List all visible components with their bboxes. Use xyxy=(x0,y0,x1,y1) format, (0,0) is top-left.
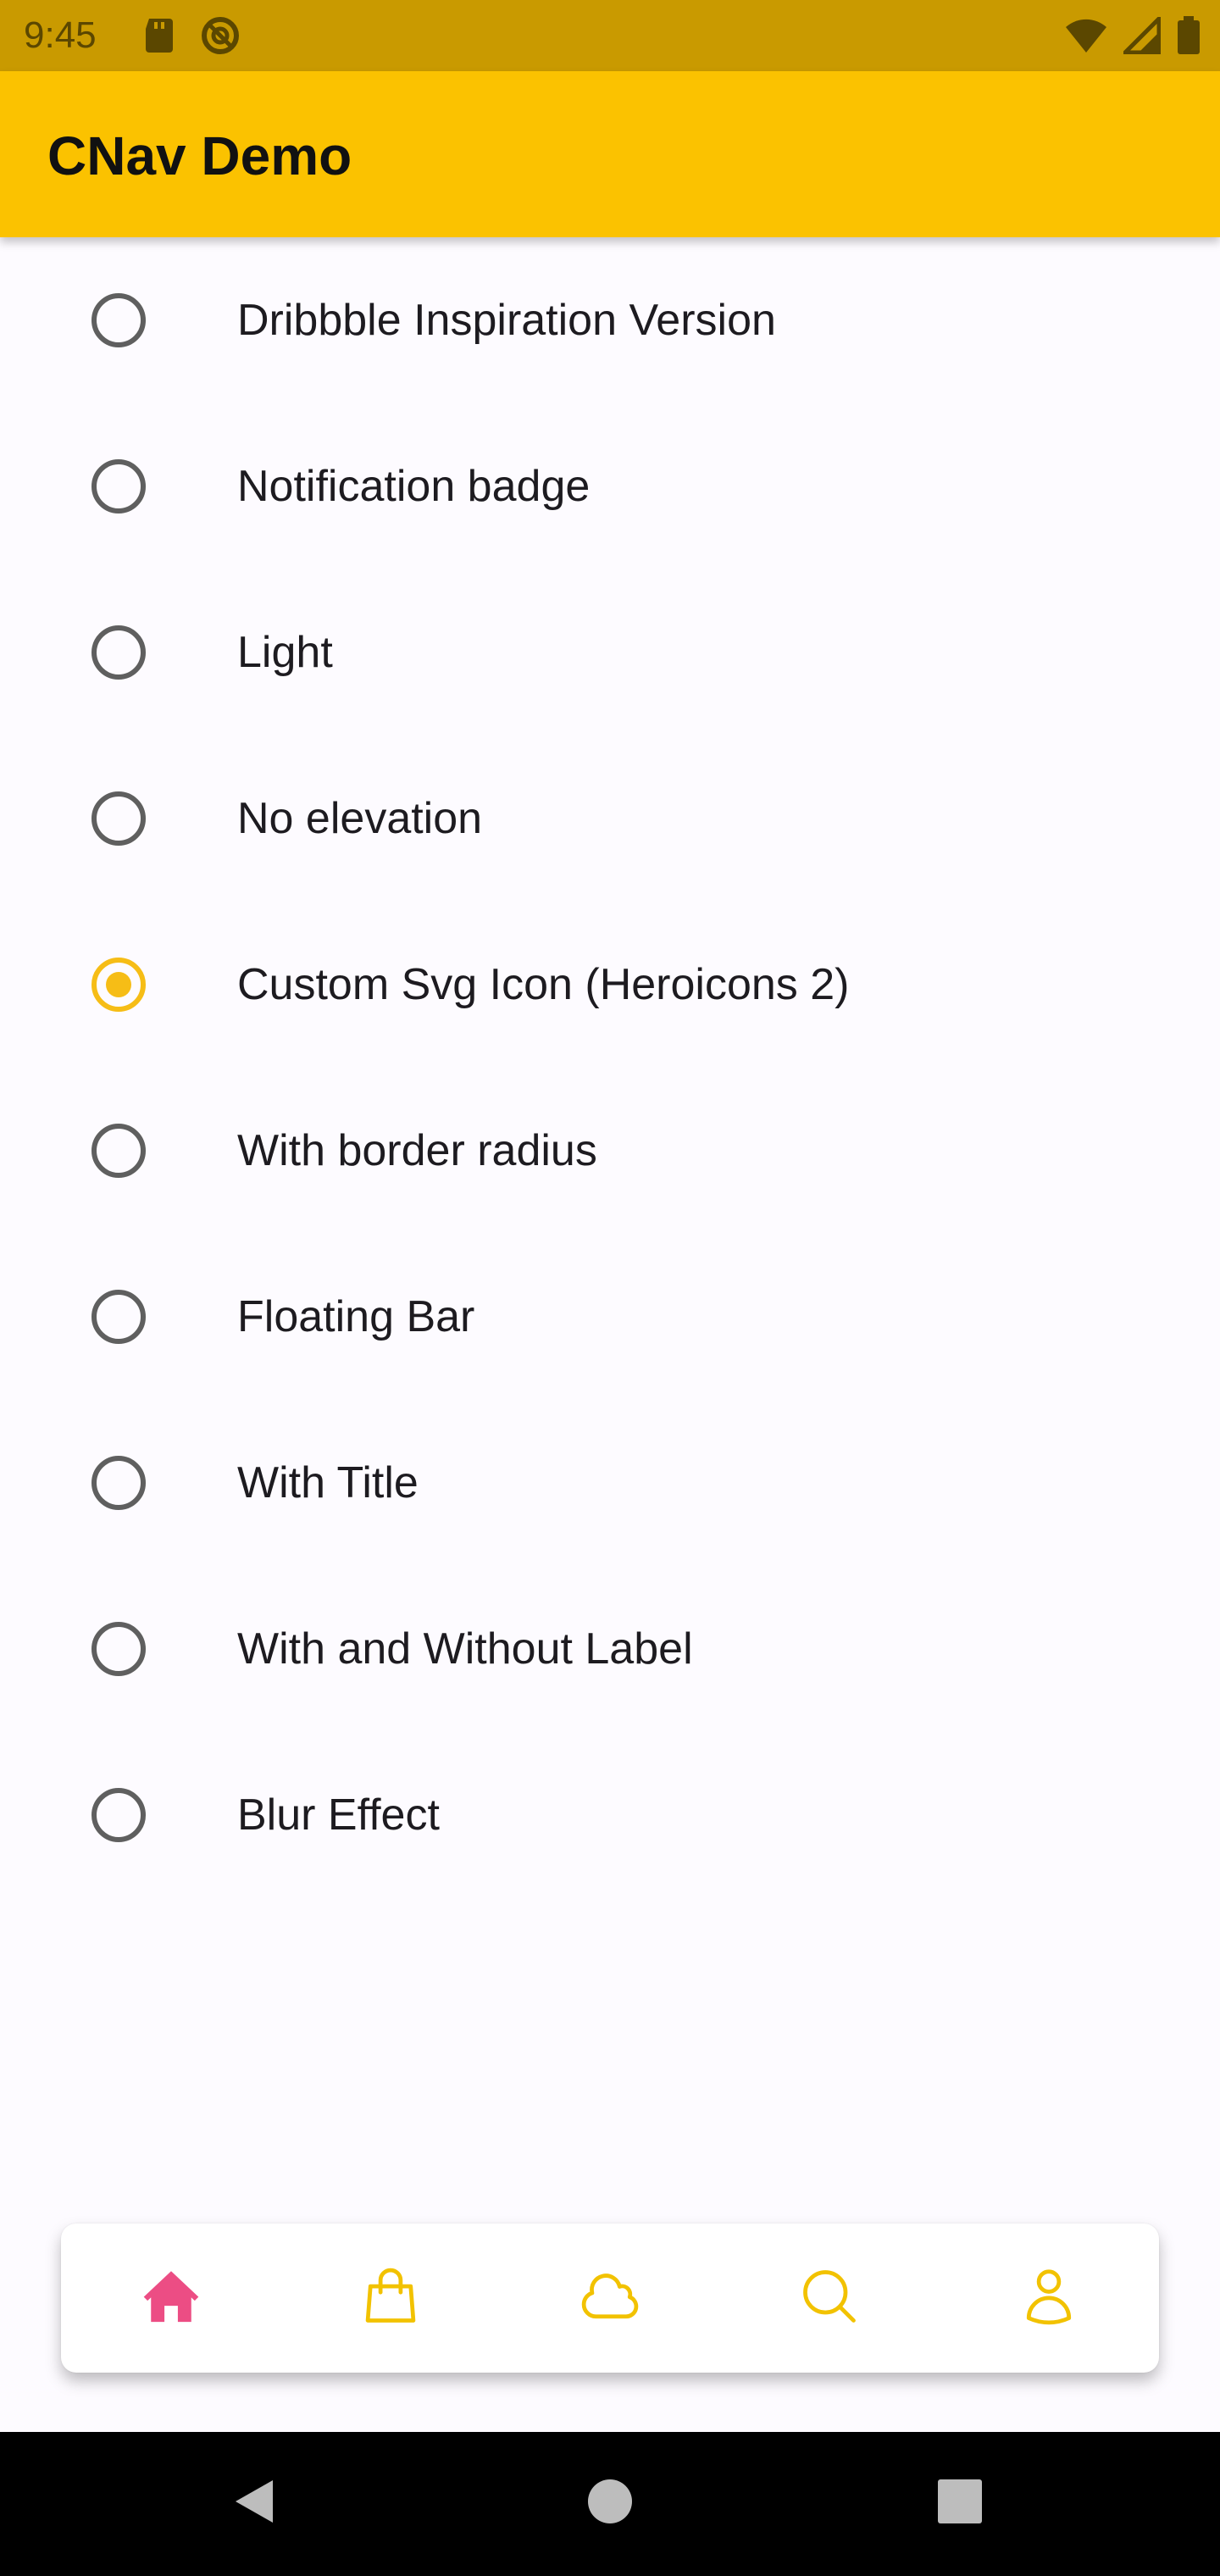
cellular-signal-icon xyxy=(1119,13,1162,58)
status-icons-left xyxy=(142,15,241,60)
option-label: Notification badge xyxy=(237,462,591,511)
option-label: With border radius xyxy=(237,1126,597,1175)
radio-button[interactable] xyxy=(92,293,146,347)
nav-item-search[interactable] xyxy=(719,2223,939,2373)
status-icons-right xyxy=(1064,13,1201,60)
option-blur-effect[interactable]: Blur Effect xyxy=(0,1732,1220,1898)
home-circle-icon xyxy=(586,2478,634,2529)
recents-button[interactable] xyxy=(922,2469,998,2537)
radio-button-selected[interactable] xyxy=(92,958,146,1012)
recents-icon xyxy=(936,2478,984,2529)
option-label: Light xyxy=(237,628,333,677)
bottom-navigation-bar xyxy=(61,2223,1159,2373)
user-icon xyxy=(1017,2264,1081,2333)
do-not-disturb-icon xyxy=(200,15,241,60)
radio-button[interactable] xyxy=(92,625,146,680)
option-floating-bar[interactable]: Floating Bar xyxy=(0,1234,1220,1400)
app-title: CNav Demo xyxy=(47,125,352,186)
option-label: No elevation xyxy=(237,794,483,843)
option-light[interactable]: Light xyxy=(0,569,1220,736)
option-no-elevation[interactable]: No elevation xyxy=(0,736,1220,902)
cloud-icon xyxy=(578,2264,642,2333)
radio-button[interactable] xyxy=(92,1290,146,1344)
status-bar: 9:45 xyxy=(0,0,1220,71)
option-label: Floating Bar xyxy=(237,1292,475,1341)
option-label: Dribbble Inspiration Version xyxy=(237,296,776,345)
app-bar: CNav Demo xyxy=(0,71,1220,237)
option-label: With Title xyxy=(237,1458,419,1507)
radio-button[interactable] xyxy=(92,459,146,514)
option-with-and-without-label[interactable]: With and Without Label xyxy=(0,1566,1220,1732)
system-navigation-bar xyxy=(0,2432,1220,2576)
nav-item-shop[interactable] xyxy=(280,2223,500,2373)
nav-item-profile[interactable] xyxy=(939,2223,1158,2373)
home-button[interactable] xyxy=(572,2469,648,2537)
option-label: With and Without Label xyxy=(237,1624,693,1674)
radio-button[interactable] xyxy=(92,1456,146,1510)
option-custom-svg-icon[interactable]: Custom Svg Icon (Heroicons 2) xyxy=(0,902,1220,1068)
radio-button[interactable] xyxy=(92,791,146,846)
back-icon xyxy=(230,2477,276,2530)
option-dribbble-inspiration[interactable]: Dribbble Inspiration Version xyxy=(0,237,1220,403)
back-button[interactable] xyxy=(215,2469,291,2537)
option-notification-badge[interactable]: Notification badge xyxy=(0,403,1220,569)
sd-card-icon xyxy=(142,17,176,58)
radio-button[interactable] xyxy=(92,1124,146,1178)
wifi-icon xyxy=(1064,17,1108,58)
nav-item-home[interactable] xyxy=(61,2223,280,2373)
option-label: Blur Effect xyxy=(237,1790,440,1840)
option-border-radius[interactable]: With border radius xyxy=(0,1068,1220,1234)
battery-icon xyxy=(1176,15,1201,60)
radio-button[interactable] xyxy=(92,1788,146,1842)
search-icon xyxy=(797,2264,862,2333)
shopping-bag-icon xyxy=(358,2264,423,2333)
option-with-title[interactable]: With Title xyxy=(0,1400,1220,1566)
radio-button[interactable] xyxy=(92,1622,146,1676)
home-icon xyxy=(139,2264,203,2333)
nav-item-cloud[interactable] xyxy=(500,2223,719,2373)
status-time: 9:45 xyxy=(24,14,97,56)
option-label: Custom Svg Icon (Heroicons 2) xyxy=(237,960,850,1009)
